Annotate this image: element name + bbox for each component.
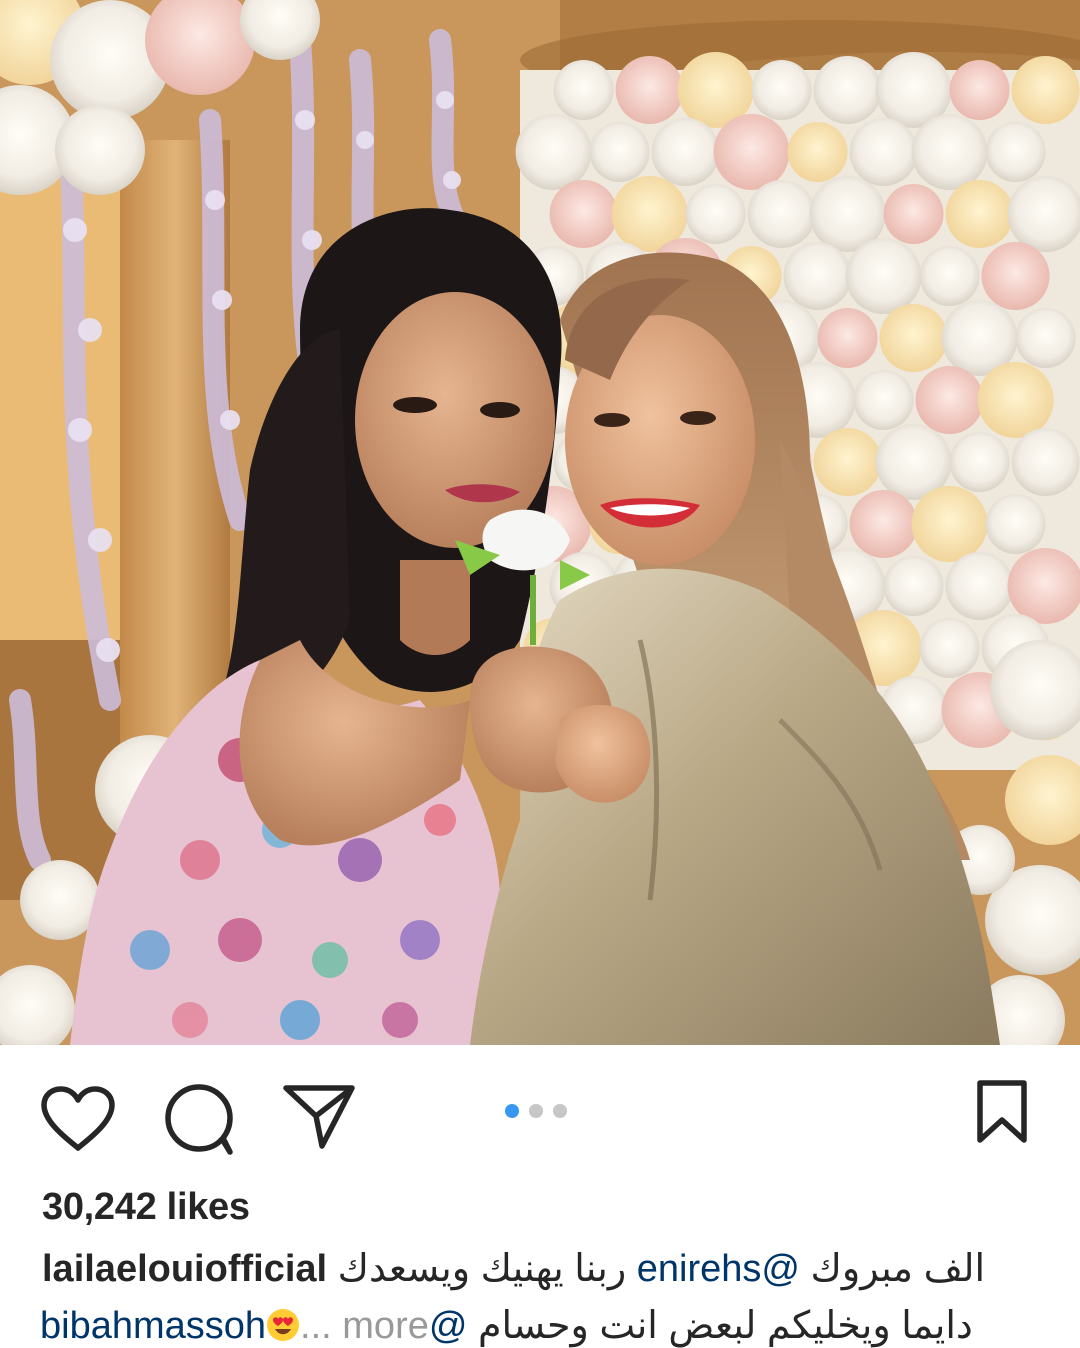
caption-line-1: lailaelouiofficial الف مبروك @enirehs رب… xyxy=(42,1246,1042,1291)
flower xyxy=(783,242,852,310)
caption-line-2: دايما ويخليكم لبعض انت وحسام @bibahmasso… xyxy=(40,1303,1080,1348)
flower xyxy=(883,184,944,244)
flower xyxy=(713,114,790,190)
caption-username[interactable]: lailaelouiofficial xyxy=(42,1248,327,1290)
flower xyxy=(813,56,882,124)
flower xyxy=(1011,56,1080,124)
post-photo[interactable] xyxy=(0,0,1080,1045)
flower xyxy=(1007,548,1080,624)
flower xyxy=(911,114,988,190)
flower xyxy=(751,60,812,120)
flower xyxy=(849,490,918,558)
bookmark-outline-icon[interactable] xyxy=(975,1078,1029,1146)
photo-illustration xyxy=(0,0,1080,1045)
flower xyxy=(879,304,948,372)
heart-eyes-emoji-icon xyxy=(267,1309,300,1341)
carousel-dot xyxy=(529,1104,543,1118)
flower xyxy=(985,122,1046,182)
flower xyxy=(949,60,1010,120)
flower xyxy=(977,362,1054,438)
caption-text-1: الف مبروك @enirehs ربنا يهنيك ويسعدك xyxy=(338,1248,985,1290)
caption-arabic-c: دايما ويخليكم لبعض انت وحسام xyxy=(478,1305,973,1347)
flower xyxy=(553,60,614,120)
flower xyxy=(813,428,882,496)
flower xyxy=(549,180,618,248)
flower xyxy=(515,114,592,190)
caption-mention-enirehs[interactable]: @enirehs xyxy=(637,1248,800,1290)
comment-bubble-icon[interactable] xyxy=(162,1082,236,1156)
flower xyxy=(845,238,922,314)
caption-arabic-b: ربنا يهنيك ويسعدك xyxy=(337,1248,627,1290)
flower xyxy=(685,184,746,244)
carousel-dot-active xyxy=(505,1104,519,1118)
flower xyxy=(651,118,720,186)
flower xyxy=(911,486,988,562)
carousel-dot xyxy=(553,1104,567,1118)
carousel-indicator xyxy=(505,1104,567,1120)
flower xyxy=(1007,176,1080,252)
flower xyxy=(747,180,816,248)
flower xyxy=(945,552,1014,620)
flower xyxy=(883,556,944,616)
flower xyxy=(949,432,1010,492)
flower xyxy=(849,118,918,186)
more-link[interactable]: ... more xyxy=(300,1305,429,1347)
flower xyxy=(915,366,984,434)
paper-plane-icon[interactable] xyxy=(282,1082,356,1150)
caption-arabic-a: الف مبروك xyxy=(810,1248,986,1290)
flower xyxy=(817,308,878,368)
flower xyxy=(985,494,1046,554)
heart-outline-icon[interactable] xyxy=(40,1085,116,1153)
flower xyxy=(919,246,980,306)
flower xyxy=(945,180,1014,248)
flower xyxy=(615,56,684,124)
flower xyxy=(787,122,848,182)
flower xyxy=(853,370,914,430)
flower xyxy=(919,618,980,678)
flower xyxy=(1011,428,1080,496)
flower xyxy=(589,122,650,182)
flower xyxy=(981,242,1050,310)
flower xyxy=(1015,308,1076,368)
likes-count[interactable]: 30,242 likes xyxy=(42,1186,250,1229)
